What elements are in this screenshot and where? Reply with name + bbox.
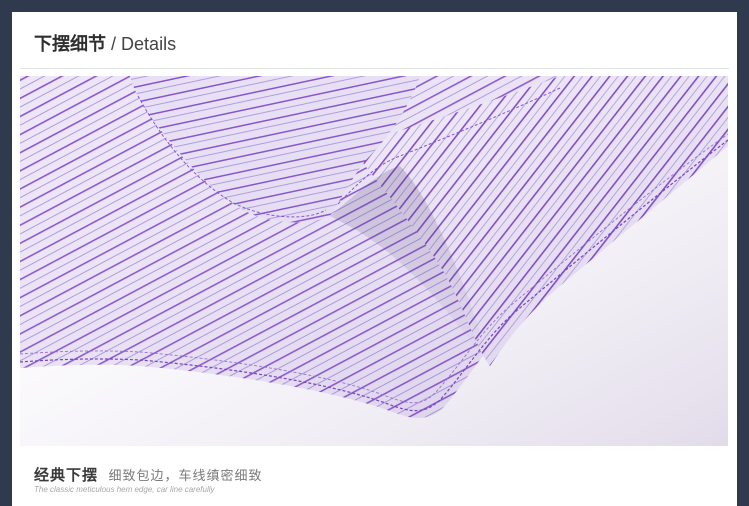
product-detail-photo [20,76,728,446]
section-header: 下摆细节 / Details [34,32,176,56]
shirt-hem-illustration [20,76,728,446]
header-divider [20,68,729,69]
feature-caption-en: The classic meticulous hem edge, car lin… [34,485,215,494]
feature-title-row: 经典下摆 细致包边，车线缜密细致 [34,466,262,486]
feature-title: 经典下摆 [34,467,99,484]
header-title-en: Details [121,34,177,54]
feature-subtitle: 细致包边，车线缜密细致 [108,468,263,483]
detail-card: 下摆细节 / Details 经典下摆 细致包边，车线缜密细致 The clas… [12,12,737,506]
header-separator: / [111,34,117,54]
header-title-cn: 下摆细节 [34,34,106,54]
